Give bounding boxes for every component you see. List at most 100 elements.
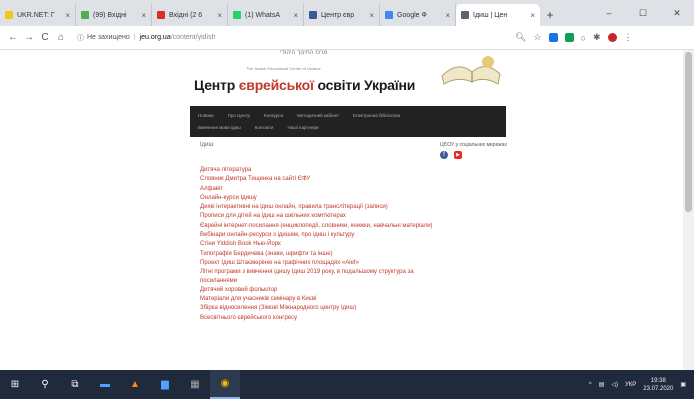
site-title[interactable]: Центр єврейської освіти України	[194, 77, 415, 93]
close-tab-icon[interactable]: ×	[138, 11, 146, 20]
favicon-icon	[461, 11, 469, 19]
content-link[interactable]: Дитяча література	[200, 166, 440, 174]
content-link[interactable]: Єврейні інтернет-посилання (енциклопедії…	[200, 222, 440, 230]
main-content: Ідиш Дитяча література Словник Дмитра Тищ…	[200, 142, 440, 323]
extension-icon[interactable]	[548, 33, 558, 42]
close-tab-icon[interactable]: ×	[62, 11, 70, 20]
content-link[interactable]: Всесвітнього єврейського конгресу	[200, 314, 440, 322]
content-link[interactable]: Дитячий хоровий фольклор	[200, 286, 440, 294]
extension-area: 🔍︎ ☆ ○ ✱ ⋮	[515, 32, 633, 43]
explorer-icon[interactable]: ▆	[150, 370, 180, 399]
content-link[interactable]: Збірка відносилення (Зімові Міжнародного…	[200, 304, 440, 312]
menu-icon[interactable]: ⋮	[624, 32, 633, 43]
close-tab-icon[interactable]: ×	[366, 11, 374, 20]
content-link[interactable]: Деякі інтерактивні на ідиш онлайн, прави…	[200, 203, 440, 211]
back-button[interactable]: ←	[5, 32, 21, 43]
browser-tab[interactable]: (99) Вхідні ×	[76, 4, 152, 26]
search-icon[interactable]: ⚲	[30, 370, 60, 399]
home-button[interactable]: ⌂	[53, 32, 69, 43]
tab-list: UKR.NET: Г × (99) Вхідні × Вхідні (2 6 × (1) W…	[0, 0, 540, 26]
menu-item[interactable]: Електронна бібліотека	[353, 113, 400, 118]
menu-item[interactable]: Контакти	[255, 125, 274, 130]
close-tab-icon[interactable]: ×	[290, 11, 298, 20]
avatar[interactable]	[607, 33, 617, 42]
close-tab-icon[interactable]: ×	[214, 11, 222, 20]
content-link[interactable]: Літні програми з вивчення ідишу Ідиш 201…	[200, 268, 440, 285]
forward-button[interactable]: →	[21, 32, 37, 43]
info-icon[interactable]: ⓘ	[77, 33, 84, 43]
menu-item[interactable]: Конкурси	[264, 113, 283, 118]
url-text: jeu.org.ua/content/yidish	[139, 34, 216, 41]
sidebar-title: ЦЄОУ у соціальних мережах	[440, 142, 507, 148]
content-link[interactable]: Алфавіт	[200, 185, 440, 193]
favicon-icon	[309, 11, 317, 19]
facebook-icon[interactable]: f	[440, 151, 448, 159]
content-link[interactable]: Типографія Бердичева (знаки, шрифти та і…	[200, 250, 440, 258]
menu-item[interactable]: Наші партнери	[287, 125, 318, 130]
system-tray: ^ ▤ ◁) УКР 19:38 23.07.2020 ▣	[589, 377, 694, 393]
favicon-icon	[233, 11, 241, 19]
star-icon[interactable]: ☆	[533, 32, 541, 43]
favicon-icon	[5, 11, 13, 19]
chrome-icon[interactable]: ◉	[210, 370, 240, 399]
chevron-up-icon[interactable]: ^	[589, 382, 592, 388]
close-tab-icon[interactable]: ×	[527, 11, 535, 20]
tab-label: UKR.NET: Г	[17, 11, 55, 19]
content-link[interactable]: Стіни Yiddish Book Нью-Йорк	[200, 240, 440, 248]
favicon-icon	[81, 11, 89, 19]
windows-taskbar: ⊞ ⚲ ⧉ ▬ ▲ ▆ ▦ ◉ ^ ▤ ◁) УКР 19:38 23.07.2…	[0, 370, 694, 399]
site-menu: Новини Про Центр Конкурси Методичний кабіне…	[190, 106, 506, 137]
content-link[interactable]: Вебінари онлайн-ресурси з ідишем, про ід…	[200, 231, 440, 239]
mail-icon[interactable]: ▬	[90, 370, 120, 399]
browser-tab[interactable]: Вхідні (2 6 ×	[152, 4, 228, 26]
puzzle-icon[interactable]: ✱	[593, 32, 601, 43]
scrollbar-thumb[interactable]	[685, 52, 692, 212]
new-tab-button[interactable]: +	[540, 4, 560, 26]
tab-label: Центр євр	[321, 11, 355, 19]
vlc-icon[interactable]: ▲	[120, 370, 150, 399]
tab-label: Google Ф	[397, 11, 427, 19]
browser-tab[interactable]: Центр євр ×	[304, 4, 380, 26]
minimize-button[interactable]: –	[592, 8, 626, 18]
menu-item[interactable]: Вивчення мови ідиш	[198, 125, 241, 130]
header-caption: The Jewish Educational Center of Ukraine	[246, 66, 321, 71]
tab-label: Ідиш | Цен	[473, 11, 508, 19]
task-view-icon[interactable]: ⧉	[60, 370, 90, 399]
language-indicator[interactable]: УКР	[625, 382, 636, 388]
close-tab-icon[interactable]: ×	[442, 11, 450, 20]
menu-item[interactable]: Новини	[198, 113, 214, 118]
link-list: Дитяча література Словник Дмитра Тищенка …	[200, 166, 440, 322]
address-bar[interactable]: ⓘ Не захищено | jeu.org.ua/content/yidis…	[77, 30, 505, 46]
content-link[interactable]: Словник Дмитра Тищенка на сайті ЄФУ	[200, 175, 440, 183]
browser-tab[interactable]: Ідиш | Цен ×	[456, 4, 540, 26]
security-label: Не захищено	[87, 34, 130, 41]
content-link[interactable]: Онлайн-курси Ідишу	[200, 194, 440, 202]
opera-icon[interactable]: ○	[581, 33, 586, 43]
web-page: מרכז החינוך היהודי The Jewish Educationa…	[0, 50, 683, 370]
start-icon[interactable]: ⊞	[0, 370, 30, 399]
clock[interactable]: 19:38 23.07.2020	[643, 377, 673, 393]
network-icon[interactable]: ▤	[599, 381, 605, 388]
volume-icon[interactable]: ◁)	[611, 381, 618, 388]
menu-item[interactable]: Про Центр	[228, 113, 250, 118]
calculator-icon[interactable]: ▦	[180, 370, 210, 399]
content-link[interactable]: Прописи для дітей на ідиш на шкільних ко…	[200, 212, 440, 220]
youtube-icon[interactable]: ▶	[454, 151, 462, 159]
book-logo-icon	[441, 56, 501, 85]
maximize-button[interactable]: ☐	[626, 8, 660, 19]
content-link[interactable]: Проект Ідиш Штаємерінке на графічних пло…	[200, 259, 440, 267]
search-icon[interactable]: 🔍︎	[515, 32, 526, 43]
separator: |	[133, 34, 136, 41]
breadcrumb: Ідиш	[200, 142, 214, 148]
browser-tab[interactable]: UKR.NET: Г ×	[0, 4, 76, 26]
tab-label: Вхідні (2 6	[169, 11, 203, 19]
browser-tab[interactable]: (1) WhatsA ×	[228, 4, 304, 26]
notifications-icon[interactable]: ▣	[680, 381, 686, 388]
close-window-button[interactable]: ✕	[660, 8, 694, 19]
browser-tab[interactable]: Google Ф ×	[380, 4, 456, 26]
menu-item[interactable]: Методичний кабінет	[297, 113, 339, 118]
page-scrollbar[interactable]	[683, 50, 694, 370]
reload-button[interactable]: C	[37, 32, 53, 43]
extension-icon[interactable]	[564, 33, 574, 42]
content-link[interactable]: Матеріали для учасників семінару в Києві	[200, 295, 440, 303]
